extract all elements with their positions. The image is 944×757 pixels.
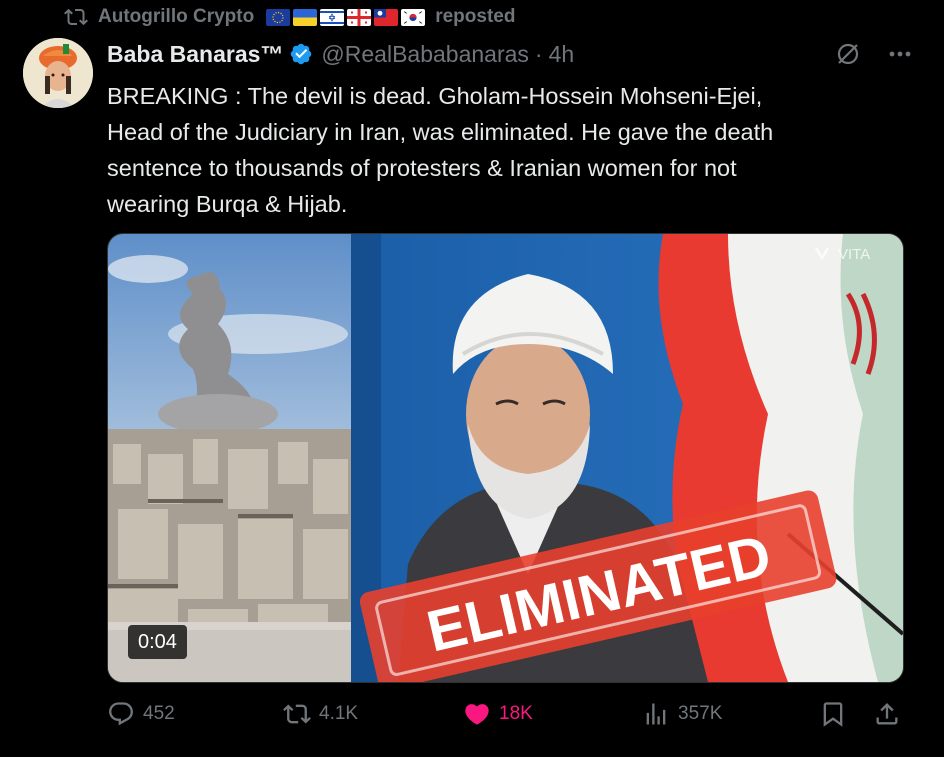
like-count: 18K (499, 703, 533, 724)
video-duration: 0:04 (128, 625, 187, 659)
top-actions (834, 40, 914, 68)
reply-button[interactable]: 452 (107, 700, 175, 728)
more-options-icon[interactable] (886, 40, 914, 68)
verified-badge-icon[interactable] (289, 42, 313, 66)
tweet-header: Baba Banaras™ @RealBababanaras · 4h (107, 38, 574, 70)
israel-flag-icon (320, 8, 345, 26)
repost-indicator: Autogrillo Crypto reposted (64, 4, 515, 30)
flag-emojis (266, 8, 426, 26)
repost-label: reposted (435, 6, 516, 27)
separator: · (534, 40, 543, 67)
like-button[interactable]: 18K (463, 700, 533, 728)
views-button[interactable]: 357K (642, 700, 722, 728)
heart-filled-icon (465, 704, 489, 725)
repost-count: 4.1K (319, 703, 359, 724)
ukraine-flag-icon (293, 8, 318, 26)
timestamp[interactable]: 4h (549, 41, 575, 68)
bookmark-button[interactable] (819, 700, 847, 728)
share-icon (876, 703, 898, 725)
georgia-flag-icon (347, 8, 372, 26)
author-handle[interactable]: @RealBababanaras (321, 41, 528, 68)
repost-button[interactable]: 4.1K (283, 700, 358, 728)
tweet-video[interactable]: ELIMINATED VITA (107, 233, 904, 683)
share-button[interactable] (873, 700, 901, 728)
repost-action-icon (283, 704, 311, 724)
bookmark-icon (823, 702, 843, 727)
reply-icon (109, 702, 133, 726)
watermark-text: VITA (838, 246, 870, 263)
taiwan-flag-icon (374, 8, 399, 26)
repost-icon (64, 8, 88, 26)
action-bar: 452 4.1K 18K 357K (107, 700, 907, 736)
eu-flag-icon (266, 8, 291, 26)
analytics-icon (646, 703, 666, 725)
south-korea-flag-icon (401, 8, 426, 26)
grok-icon[interactable] (834, 40, 862, 68)
avatar[interactable] (23, 38, 93, 108)
tweet[interactable]: Autogrillo Crypto reposted Baba Banaras™… (0, 0, 944, 757)
author-name[interactable]: Baba Banaras™ (107, 41, 283, 68)
reply-count: 452 (143, 703, 175, 724)
repost-author[interactable]: Autogrillo Crypto (98, 6, 254, 28)
tweet-text: BREAKING : The devil is dead. Gholam-Hos… (107, 83, 774, 217)
views-count: 357K (678, 703, 723, 724)
